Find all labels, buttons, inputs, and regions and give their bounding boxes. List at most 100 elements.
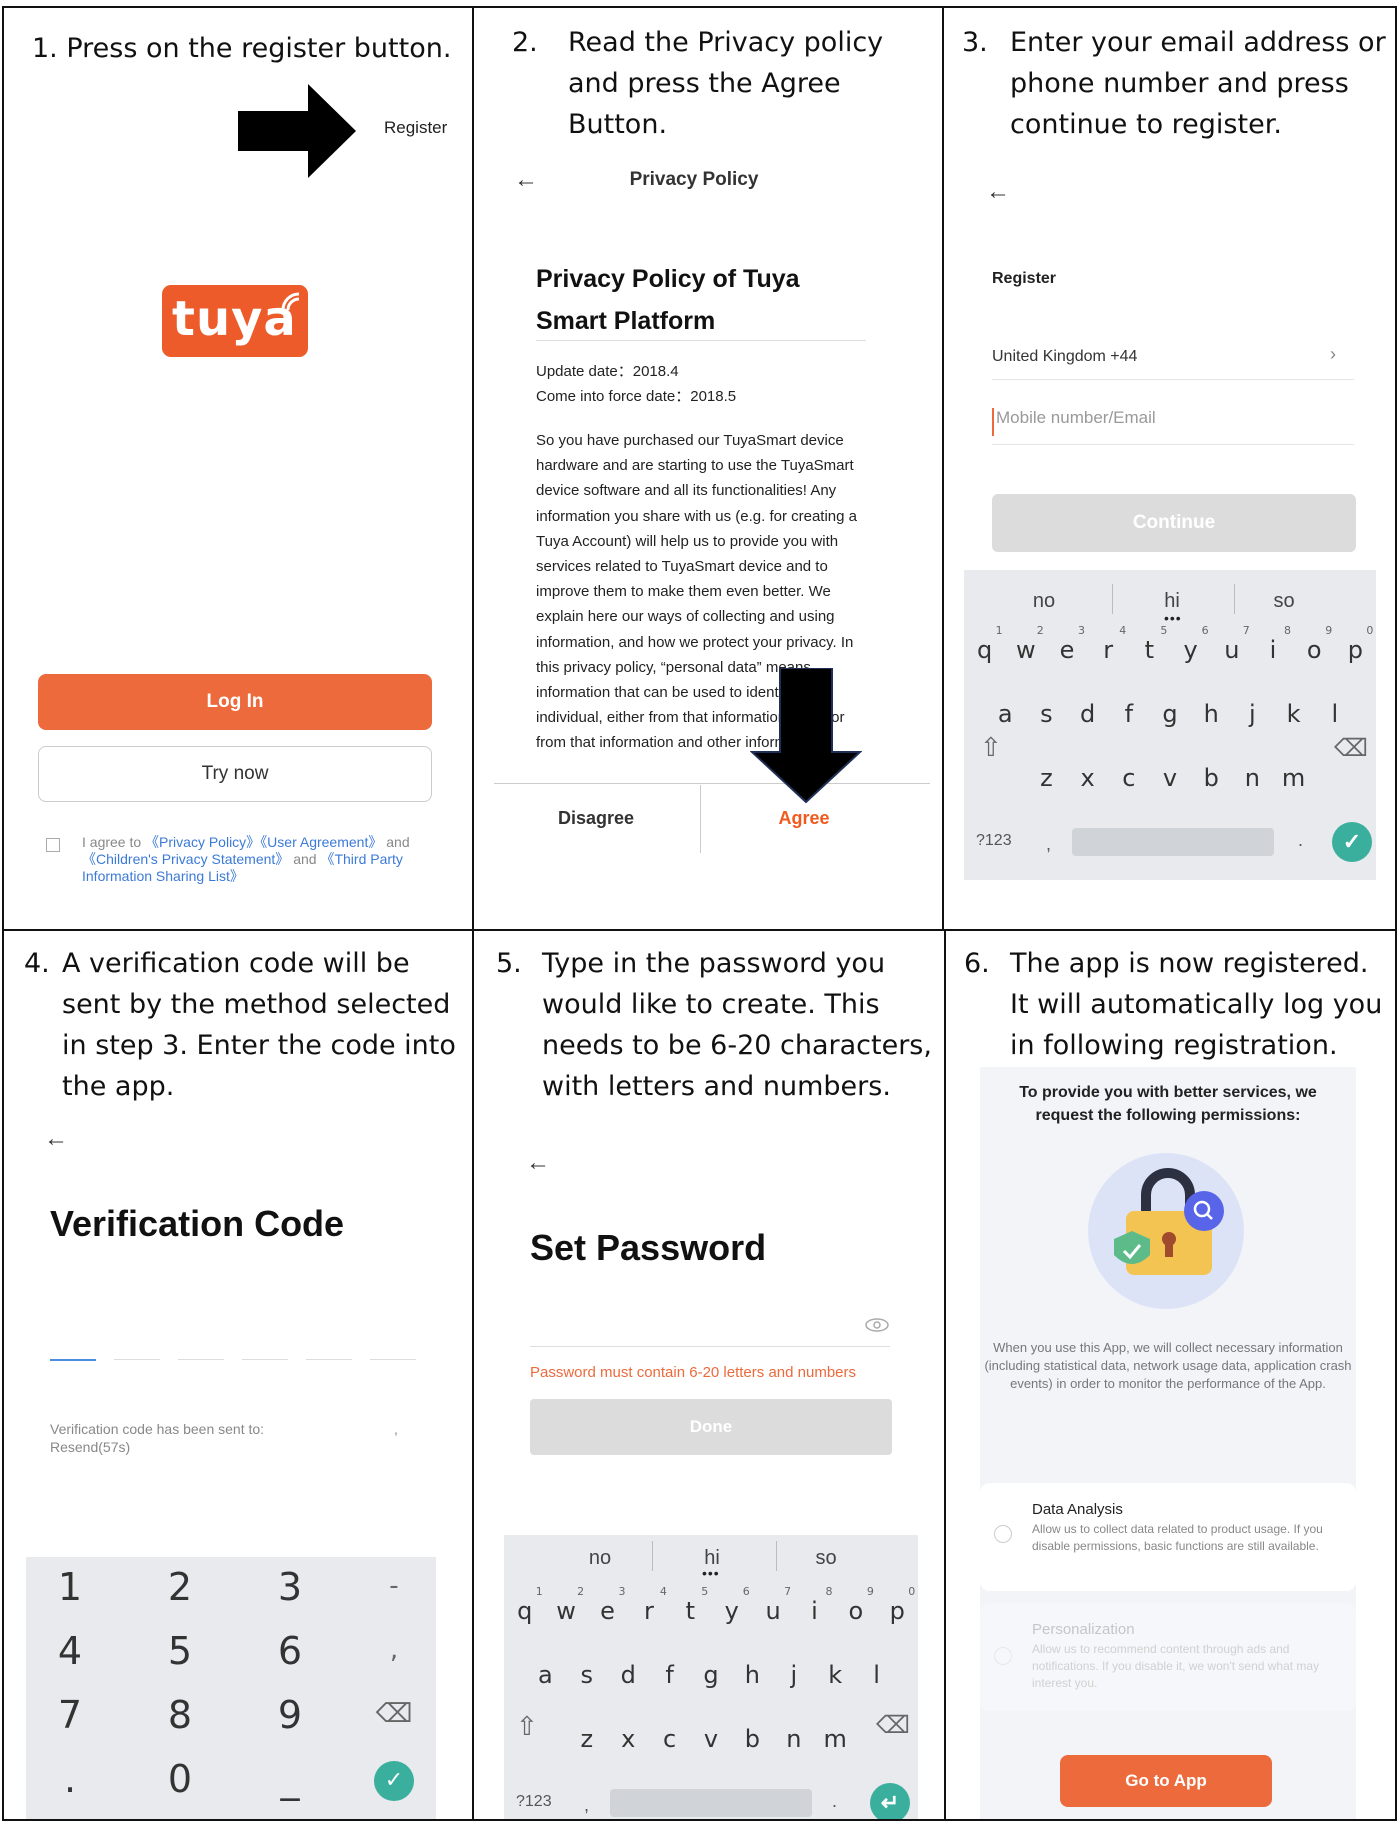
space-key[interactable] [1072, 828, 1274, 856]
enter-key-icon[interactable]: ↵ [870, 1783, 910, 1819]
key-k[interactable]: k [1274, 700, 1314, 728]
key-b[interactable]: b [1191, 764, 1231, 792]
code-slot-1[interactable] [50, 1359, 96, 1361]
personalization-card[interactable]: Personalization Allow us to recommend co… [980, 1603, 1356, 1711]
key-w[interactable]: w2 [546, 1585, 586, 1625]
mobile-email-input[interactable]: Mobile number/Email [992, 408, 1354, 436]
key-r[interactable]: r4 [1088, 624, 1128, 664]
personalization-radio[interactable] [994, 1647, 1012, 1665]
numpad-key[interactable]: 7 [46, 1693, 94, 1737]
key-y[interactable]: y6 [712, 1585, 752, 1625]
eye-icon[interactable] [864, 1317, 890, 1333]
key-m[interactable]: m [815, 1725, 855, 1753]
numpad-key[interactable]: 2 [156, 1565, 204, 1609]
shift-key-icon[interactable]: ⇧ [980, 732, 1002, 763]
key-j[interactable]: j [1232, 700, 1272, 728]
code-slot-4[interactable] [242, 1359, 288, 1360]
key-b[interactable]: b [732, 1725, 772, 1753]
key-p[interactable]: p0 [1335, 624, 1375, 664]
key-h[interactable]: h [1191, 700, 1231, 728]
numpad-key[interactable]: 8 [156, 1693, 204, 1737]
back-arrow-icon[interactable]: ← [526, 1149, 550, 1177]
agree-checkbox[interactable] [46, 838, 60, 852]
key-u[interactable]: u7 [1212, 624, 1252, 664]
backspace-key-icon[interactable]: ⌫ [876, 1711, 910, 1740]
key-g[interactable]: g [691, 1661, 731, 1689]
key-s[interactable]: s [567, 1661, 607, 1689]
symbols-key[interactable]: ?123 [516, 1793, 552, 1811]
resend-link[interactable]: Resend(57s) [50, 1439, 130, 1455]
code-slot-2[interactable] [114, 1359, 160, 1360]
numpad-key[interactable]: 6 [266, 1629, 314, 1673]
key-e[interactable]: e3 [1047, 624, 1087, 664]
key-c[interactable]: c [1109, 764, 1149, 792]
done-button[interactable]: Done [530, 1399, 892, 1455]
comma-key[interactable]: , [1046, 834, 1051, 855]
key-d[interactable]: d [1068, 700, 1108, 728]
key-o[interactable]: o9 [836, 1585, 876, 1625]
key-d[interactable]: d [608, 1661, 648, 1689]
suggestion-so[interactable]: so [1244, 590, 1324, 613]
key-j[interactable]: j [774, 1661, 814, 1689]
password-input[interactable] [530, 1311, 890, 1341]
key-v[interactable]: v [1150, 764, 1190, 792]
key-z[interactable]: z [567, 1725, 607, 1753]
key-i[interactable]: i8 [795, 1585, 835, 1625]
key-f[interactable]: f [650, 1661, 690, 1689]
key-e[interactable]: e3 [588, 1585, 628, 1625]
back-arrow-icon[interactable]: ← [44, 1125, 68, 1153]
numpad-key[interactable]: . [46, 1757, 94, 1801]
key-t[interactable]: t5 [670, 1585, 710, 1625]
suggestion-no[interactable]: no [560, 1547, 640, 1570]
numpad-key[interactable]: 5 [156, 1629, 204, 1673]
key-x[interactable]: x [1068, 764, 1108, 792]
shift-key-icon[interactable]: ⇧ [516, 1711, 538, 1742]
enter-check-icon[interactable]: ✓ [1332, 822, 1372, 862]
key-a[interactable]: a [525, 1661, 565, 1689]
period-key[interactable]: . [832, 1791, 837, 1812]
data-analysis-card[interactable]: Data Analysis Allow us to collect data r… [980, 1483, 1356, 1591]
numpad-key[interactable]: 9 [266, 1693, 314, 1737]
numpad-key[interactable]: - [370, 1571, 418, 1601]
numpad-key[interactable]: , [370, 1635, 418, 1665]
try-now-button[interactable]: Try now [38, 746, 432, 802]
key-r[interactable]: r4 [629, 1585, 669, 1625]
go-to-app-button[interactable]: Go to App [1060, 1755, 1272, 1807]
code-slot-6[interactable] [370, 1359, 416, 1360]
key-i[interactable]: i8 [1253, 624, 1293, 664]
key-k[interactable]: k [815, 1661, 855, 1689]
key-p[interactable]: p0 [877, 1585, 917, 1625]
key-z[interactable]: z [1026, 764, 1066, 792]
register-button[interactable]: Register [384, 118, 447, 138]
key-o[interactable]: o9 [1294, 624, 1334, 664]
children-privacy-link[interactable]: 《Children's Privacy Statement》 [82, 851, 289, 867]
numpad-key[interactable]: 4 [46, 1629, 94, 1673]
key-q[interactable]: q1 [965, 624, 1005, 664]
key-f[interactable]: f [1109, 700, 1149, 728]
period-key[interactable]: . [1298, 830, 1303, 851]
numpad-key[interactable]: 1 [46, 1565, 94, 1609]
country-selector[interactable]: United Kingdom +44 [992, 348, 1137, 366]
back-arrow-icon[interactable]: ← [986, 178, 1010, 206]
key-c[interactable]: c [650, 1725, 690, 1753]
disagree-button[interactable]: Disagree [494, 808, 698, 829]
key-l[interactable]: l [857, 1661, 897, 1689]
key-u[interactable]: u7 [753, 1585, 793, 1625]
key-x[interactable]: x [608, 1725, 648, 1753]
key-v[interactable]: v [691, 1725, 731, 1753]
key-y[interactable]: y6 [1171, 624, 1211, 664]
key-h[interactable]: h [732, 1661, 772, 1689]
suggestion-so[interactable]: so [786, 1547, 866, 1570]
key-s[interactable]: s [1026, 700, 1066, 728]
privacy-policy-link[interactable]: 《Privacy Policy》 [145, 834, 260, 850]
code-slot-3[interactable] [178, 1359, 224, 1360]
key-t[interactable]: t5 [1129, 624, 1169, 664]
backspace-key-icon[interactable]: ⌫ [370, 1699, 418, 1729]
key-n[interactable]: n [774, 1725, 814, 1753]
enter-check-icon[interactable]: ✓ [374, 1761, 414, 1801]
numpad-key[interactable]: 3 [266, 1565, 314, 1609]
key-m[interactable]: m [1274, 764, 1314, 792]
key-w[interactable]: w2 [1006, 624, 1046, 664]
login-button[interactable]: Log In [38, 674, 432, 730]
numpad-key[interactable]: 0 [156, 1757, 204, 1801]
